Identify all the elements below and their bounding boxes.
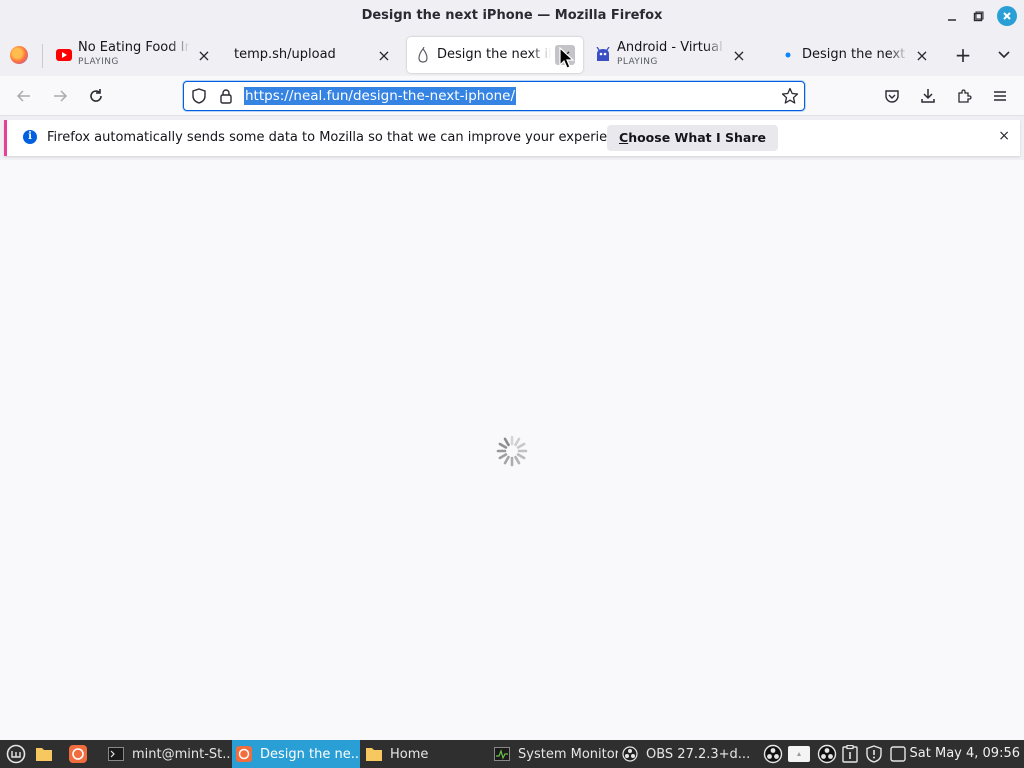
data-collection-notification: i Firefox automatically sends some data … [4, 120, 1020, 156]
tab-strip: No Eating Food In The PLAYING × temp.sh/… [0, 34, 1024, 76]
forward-button[interactable] [48, 84, 72, 108]
spinner-spoke [514, 437, 521, 447]
show-desktop-icon[interactable] [889, 745, 907, 763]
window-titlebar: Design the next iPhone — Mozilla Firefox [0, 0, 1024, 34]
window-title: Design the next iPhone — Mozilla Firefox [361, 8, 663, 23]
url-text[interactable]: https://neal.fun/design-the-next-iphone/ [244, 87, 516, 105]
new-tab-button[interactable]: + [951, 43, 975, 67]
obs-icon [622, 746, 638, 762]
navigation-toolbar: https://neal.fun/design-the-next-iphone/ [0, 76, 1024, 116]
spinner-spoke [498, 442, 508, 449]
maximize-icon[interactable] [967, 6, 989, 28]
firefox-icon [236, 746, 252, 762]
loading-pear-icon [415, 47, 431, 63]
back-button[interactable] [12, 84, 36, 108]
taskbar-item-firefox[interactable]: Design the ne... [232, 740, 360, 768]
taskbar-item-label: System Monitor [518, 746, 618, 762]
spinner-spoke [516, 442, 526, 449]
tab-design-iphone-active[interactable]: Design the next iPhone × [407, 37, 583, 73]
choose-what-i-share-button[interactable]: Choose What I Share [607, 125, 778, 151]
chevron-down-icon [998, 51, 1010, 59]
spinner-spoke [503, 455, 510, 465]
shield-tray-icon[interactable] [865, 745, 883, 763]
hamburger-menu-icon [994, 91, 1006, 101]
obs-tray-icon-2[interactable] [816, 743, 838, 765]
system-monitor-icon [494, 746, 510, 762]
tab-close-button[interactable]: × [374, 45, 394, 65]
spinner-spoke [516, 453, 526, 460]
button-access-key: C [619, 130, 629, 145]
tab-title: No Eating Food In The [78, 41, 190, 55]
reload-button[interactable] [84, 84, 108, 108]
android-icon [595, 47, 611, 63]
tab-android[interactable]: Android - Virtual x86 PLAYING × [587, 37, 757, 73]
clipboard-tray-icon[interactable] [788, 745, 810, 763]
tab-close-button[interactable]: × [729, 45, 749, 65]
terminal-icon [108, 746, 124, 762]
mint-menu-icon[interactable] [6, 744, 26, 764]
taskbar-item-label: Design the ne... [260, 746, 360, 762]
lock-icon[interactable] [218, 88, 234, 104]
update-manager-icon[interactable] [841, 745, 859, 763]
taskbar-item-label: mint@mint-St... [132, 746, 230, 762]
list-all-tabs-button[interactable] [992, 43, 1016, 67]
arrow-left-icon [16, 90, 30, 102]
tab-title: Design the next iPhone [802, 48, 908, 62]
spinner-spoke [514, 455, 521, 465]
taskbar-item-system-monitor[interactable]: System Monitor [490, 740, 618, 768]
firefox-launcher-icon[interactable] [68, 744, 88, 764]
reload-icon [90, 89, 102, 102]
url-bar[interactable]: https://neal.fun/design-the-next-iphone/ [183, 81, 805, 111]
taskbar-item-obs[interactable]: OBS 27.2.3+d... [618, 740, 750, 768]
tab-title: Design the next iPhone [437, 48, 551, 62]
tab-youtube[interactable]: No Eating Food In The PLAYING × [48, 37, 222, 73]
download-icon [921, 89, 935, 103]
tab-playing-label: PLAYING [78, 57, 119, 67]
mouse-cursor-icon [559, 47, 575, 69]
obs-tray-icon[interactable] [762, 743, 784, 765]
loading-dot-icon [780, 47, 796, 63]
minimize-icon[interactable] [941, 6, 963, 28]
arrow-right-icon [54, 90, 68, 102]
pocket-icon [885, 90, 899, 103]
close-icon[interactable] [997, 6, 1017, 26]
button-label: hoose What I Share [628, 130, 766, 145]
notification-close-button[interactable]: × [998, 128, 1010, 144]
notification-message: Firefox automatically sends some data to… [47, 130, 635, 145]
tracking-protection-shield-icon[interactable] [191, 88, 207, 104]
spinner-spoke [503, 437, 510, 447]
folder-icon [366, 746, 382, 762]
youtube-icon [56, 47, 72, 63]
extensions-button[interactable] [952, 84, 976, 108]
tab-playing-label: PLAYING [617, 57, 658, 67]
taskbar-item-label: Home [390, 746, 429, 762]
bookmark-star-icon[interactable] [781, 87, 799, 105]
tab-temp-sh[interactable]: temp.sh/upload × [226, 37, 402, 73]
tab-separator [42, 44, 43, 68]
spinner-spoke [498, 453, 508, 460]
pocket-button[interactable] [880, 84, 904, 108]
app-menu-button[interactable] [988, 84, 1012, 108]
puzzle-piece-icon [958, 89, 972, 103]
info-icon: i [23, 130, 37, 144]
taskbar-item-home[interactable]: Home [362, 740, 482, 768]
tab-close-button[interactable]: × [194, 45, 214, 65]
tab-close-button[interactable]: × [912, 45, 932, 65]
page-content [0, 160, 1024, 740]
taskbar-item-label: OBS 27.2.3+d... [646, 746, 750, 762]
firefox-view-icon[interactable] [10, 46, 28, 64]
taskbar-clock[interactable]: Sat May 4, 09:56 [910, 746, 1020, 761]
loading-spinner-icon [496, 435, 528, 467]
taskbar-item-terminal[interactable]: mint@mint-St... [104, 740, 230, 768]
taskbar: mint@mint-St... Design the ne... Home Sy… [0, 740, 1024, 768]
file-manager-launcher-icon[interactable] [34, 744, 54, 764]
tab-title: Android - Virtual x86 [617, 41, 725, 55]
downloads-button[interactable] [916, 84, 940, 108]
tab-title: temp.sh/upload [234, 48, 336, 62]
tab-design-iphone-2[interactable]: Design the next iPhone × [772, 37, 940, 73]
